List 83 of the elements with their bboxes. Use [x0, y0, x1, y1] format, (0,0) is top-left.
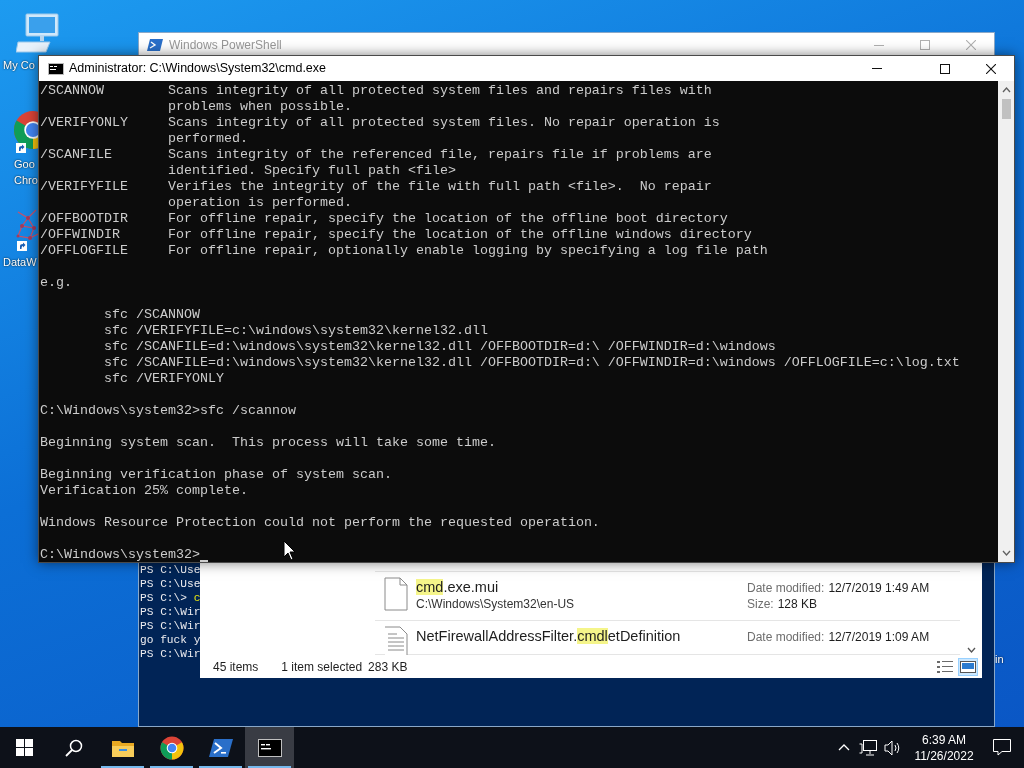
chrome-icon — [159, 735, 184, 760]
size-label: Size: — [747, 596, 774, 612]
scroll-up-icon[interactable] — [1001, 87, 1011, 94]
text-file-icon — [383, 626, 408, 655]
scroll-thumb[interactable] — [1001, 99, 1011, 120]
console-line: performed. — [166, 131, 249, 148]
console-line: PS C:\Wir — [140, 605, 201, 619]
clock-date: 11/26/2022 — [913, 747, 975, 764]
console-line: PS C:\Use — [140, 577, 201, 591]
console-line: sfc /SCANFILE=d:\windows\system32\kernel32.dll /OFFBOOTDIR=d:\ /OFFWINDIR=d:\windows — [103, 339, 777, 356]
console-line: e.g. — [40, 275, 73, 292]
maximize-icon — [940, 63, 950, 74]
view-button[interactable] — [958, 657, 978, 676]
console-line: PS C:\> c — [140, 591, 201, 605]
date-label: Date modified: — [747, 629, 825, 645]
console-line: /OFFLOGFILE For offline repair, optionally enable logging by specifying a log file path — [40, 243, 769, 260]
console-line: /SCANNOW Scans integrity of all protected system files and repairs files with — [40, 83, 713, 100]
powershell-icon — [208, 737, 233, 758]
minimize-icon — [872, 68, 882, 70]
console-line: problems when possible. — [166, 99, 353, 116]
network-icon — [859, 739, 877, 756]
close-icon — [986, 63, 996, 74]
scrollbar[interactable] — [998, 81, 1014, 562]
window-title: Windows PowerShell — [169, 37, 283, 54]
console-line: sfc /SCANFILE=d:\windows\system32\kernel32.dll /OFFBOOTDIR=d:\ /OFFWINDIR=d:\windows /OFFLOGFILE=c:\log.txt — [103, 355, 961, 372]
taskbar-button[interactable] — [245, 727, 294, 768]
icon-label[interactable]: DataW — [3, 255, 37, 270]
powershell-icon — [147, 38, 163, 52]
icon-label[interactable]: Chro — [14, 173, 38, 188]
date-value: 12/7/2019 1:49 AM — [828, 580, 930, 596]
console-line: /OFFWINDIR For offline repair, specify the location of the offline windows directory — [40, 227, 753, 244]
console-line: /VERIFYONLY Scans integrity of all protected system files. No repair operation is — [40, 115, 721, 132]
console-line: go fuck y — [140, 633, 201, 647]
console-line: /SCANFILE Scans integrity of the referenced file, repairs file if problems are — [40, 147, 713, 164]
size-value: 128 KB — [777, 596, 818, 612]
icon-label[interactable]: Goo — [14, 157, 35, 172]
console-line: Verification 25% complete. — [40, 483, 249, 500]
selection-count: 1 item selected — [281, 658, 363, 676]
search-icon — [64, 738, 83, 757]
chevron-down-icon[interactable] — [966, 647, 976, 653]
network-icon[interactable] — [16, 208, 38, 252]
file-name: NetFirewallAddressFilter.cmdletDefinition — [416, 627, 682, 645]
date-value: 12/7/2019 1:09 AM — [828, 629, 930, 645]
selection-size: 283 KB — [368, 658, 409, 676]
console-line: /OFFBOOTDIR For offline repair, specify the location of the offline boot directory — [40, 211, 729, 228]
clock-time: 6:39 AM — [921, 731, 967, 748]
command-prompt-icon — [48, 62, 64, 75]
date-label: Date modified: — [747, 580, 825, 596]
file-icon — [383, 577, 408, 611]
console-line: Beginning system scan. This process will take some time. — [40, 435, 497, 452]
chevron-up-icon — [838, 744, 850, 751]
console-line: Beginning verification phase of system scan. — [40, 467, 393, 484]
icon-label[interactable]: in — [995, 652, 1004, 667]
computer-icon[interactable] — [16, 12, 60, 54]
speaker-icon — [883, 739, 901, 756]
details-view-icon — [937, 660, 953, 673]
large-icons-view-icon — [960, 660, 976, 673]
maximize-icon — [920, 40, 930, 50]
console-line: C:\Windows\system32> — [40, 547, 200, 562]
console-line: /VERIFYFILE Verifies the integrity of the file with full path <file>. No repair — [40, 179, 713, 196]
console-line: Windows Resource Protection could not perform the requested operation. — [40, 515, 601, 532]
file-name: cmd.exe.mui — [416, 578, 500, 596]
minimize-icon — [874, 44, 884, 46]
windows-logo-icon — [16, 739, 33, 756]
search-result-row[interactable]: NetFirewallAddressFilter.cmdletDefinition Date modified: 12/7/2019 1:09 AM — [375, 621, 960, 655]
console-line: sfc /VERIFYFILE=c:\windows\system32\kernel32.dll — [103, 323, 489, 340]
notification-icon — [993, 739, 1011, 756]
file-path: C:\Windows\System32\en-US — [416, 596, 576, 612]
console-line: C:\Windows\system32>sfc /scannow — [40, 403, 297, 420]
command-prompt-icon — [257, 738, 282, 757]
item-count: 45 items — [213, 658, 259, 676]
console-line: PS C:\Wir — [140, 647, 201, 661]
scroll-down-icon[interactable] — [1001, 550, 1011, 556]
console-line: sfc /VERIFYONLY — [103, 371, 225, 388]
console-line: sfc /SCANNOW — [103, 307, 201, 324]
search-result-row[interactable]: cmd.exe.mui C:\Windows\System32\en-US Date modified: 12/7/2019 1:49 AM Size: 128 KB — [375, 572, 960, 621]
clock[interactable]: 6:39 AM 11/26/2022 — [908, 727, 980, 768]
console-line: PS C:\Use — [140, 563, 201, 577]
console-line: operation is performed. — [166, 195, 353, 212]
console-line: PS C:\Wir — [140, 619, 201, 633]
console-line: identified. Specify full path <file> — [166, 163, 457, 180]
close-icon — [966, 40, 976, 50]
window-title: Administrator: C:\Windows\System32\cmd.exe — [69, 60, 328, 78]
